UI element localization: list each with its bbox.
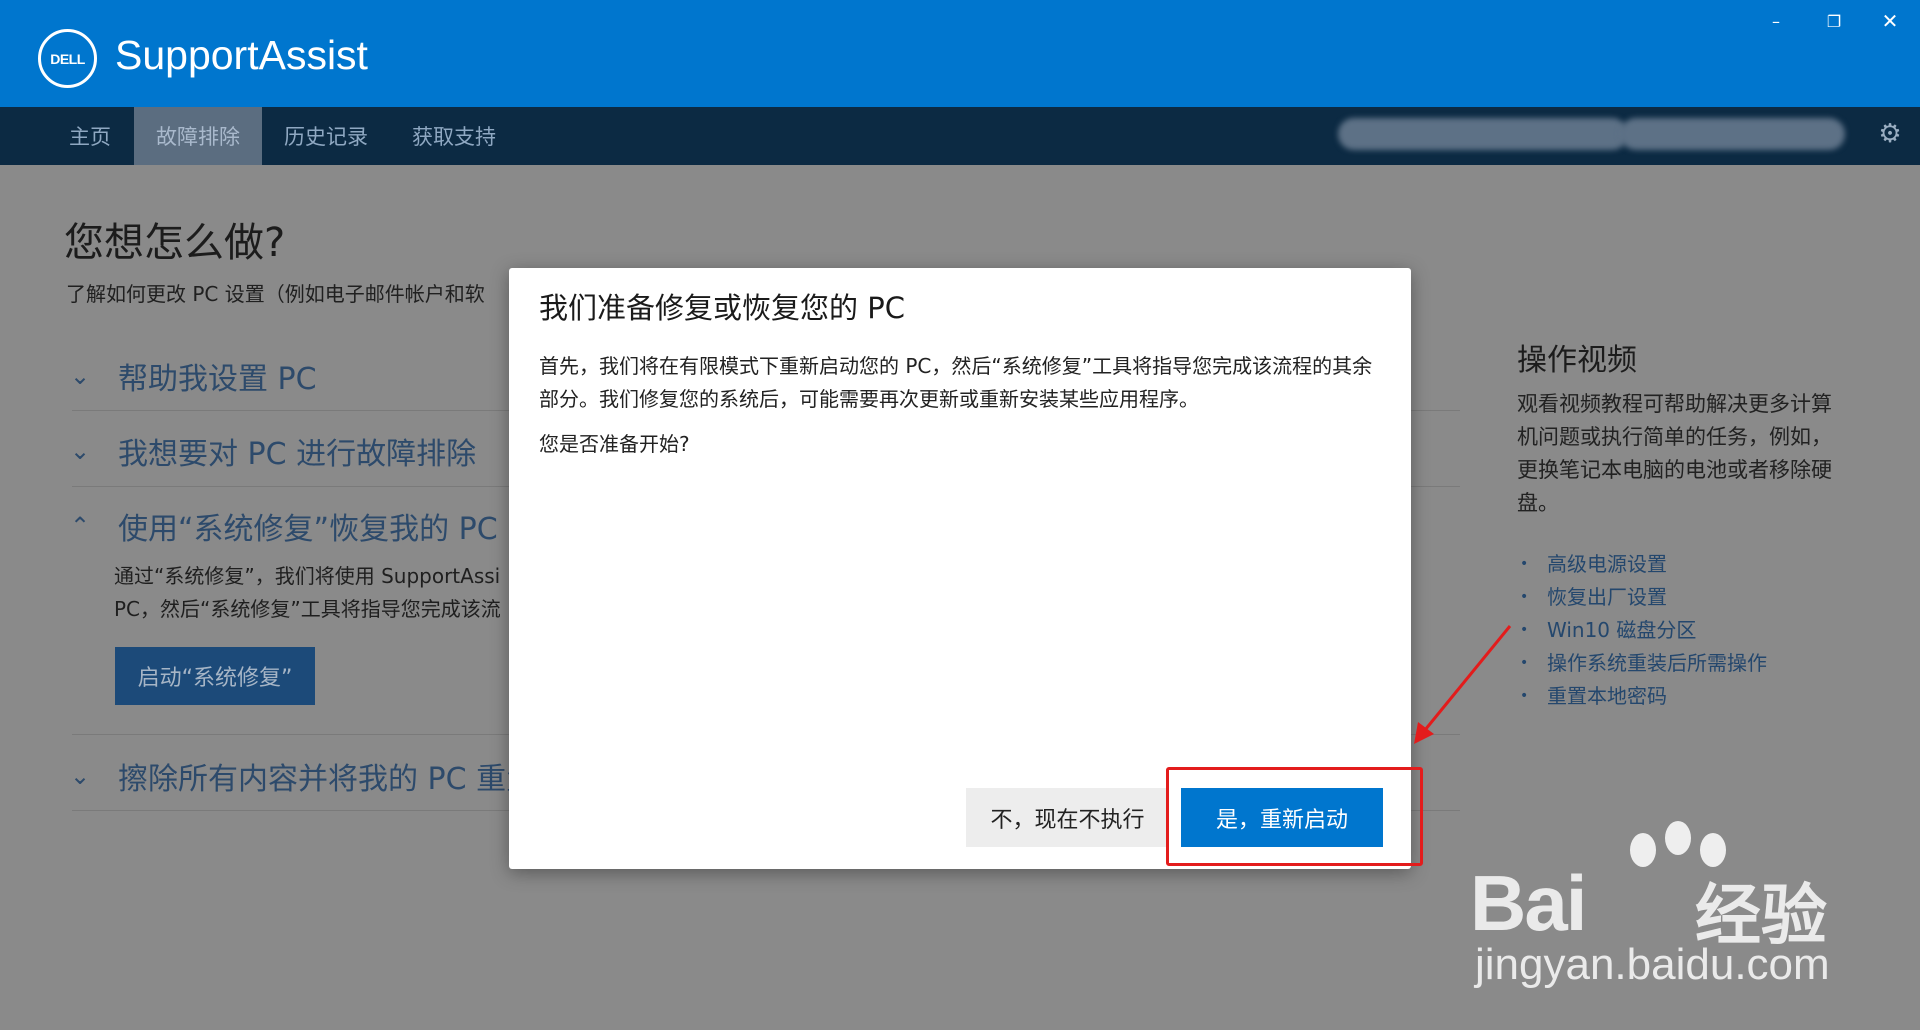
service-tag-redacted (1620, 118, 1845, 150)
watermark-brand: Bai (1470, 859, 1587, 947)
tab-troubleshoot[interactable]: 故障排除 (134, 107, 262, 165)
highlight-box (1166, 767, 1423, 866)
accordion-troubleshoot-pc[interactable]: ⌄ 我想要对 PC 进行故障排除 (70, 429, 476, 473)
account-info-redacted (1338, 118, 1628, 150)
chevron-down-icon: ⌄ (70, 762, 91, 790)
accordion-system-repair[interactable]: ⌃ 使用“系统修复”恢复我的 PC (70, 504, 498, 548)
accordion-label: 擦除所有内容并将我的 PC 重置 (118, 762, 537, 797)
tab-get-support[interactable]: 获取支持 (398, 107, 510, 165)
gear-icon[interactable]: ⚙ (1875, 119, 1905, 149)
chevron-down-icon: ⌄ (70, 437, 91, 465)
dell-logo: DELL (38, 29, 97, 88)
accordion-setup-pc[interactable]: ⌄ 帮助我设置 PC (70, 354, 317, 398)
dialog-title: 我们准备修复或恢复您的 PC (539, 291, 905, 325)
restore-button[interactable]: ❐ (1812, 8, 1856, 34)
start-system-repair-button[interactable]: 启动“系统修复” (115, 647, 315, 705)
page-title: 您想怎么做? (64, 220, 286, 266)
tab-home[interactable]: 主页 (50, 107, 130, 165)
page-subtitle: 了解如何更改 PC 设置（例如电子邮件帐户和软 (66, 282, 485, 306)
sidebar-link[interactable]: • 重置本地密码 (1520, 680, 1767, 713)
dialog-body: 首先，我们将在有限模式下重新启动您的 PC，然后“系统修复”工具将指导您完成该流… (539, 354, 1373, 411)
minimize-button[interactable]: – (1754, 8, 1798, 34)
accordion-reset-pc[interactable]: ⌄ 擦除所有内容并将我的 PC 重置 (70, 754, 536, 798)
sidebar-link[interactable]: • 高级电源设置 (1520, 548, 1767, 581)
tab-history[interactable]: 历史记录 (270, 107, 382, 165)
cancel-button[interactable]: 不，现在不执行 (966, 788, 1169, 847)
sidebar-link-list: • 高级电源设置 • 恢复出厂设置 • Win10 磁盘分区 • 操作系统重装后所需操作… (1520, 548, 1767, 713)
accordion-label: 我想要对 PC 进行故障排除 (118, 437, 477, 472)
baidu-watermark: Bai 经验 jingyan.baidu.com (1470, 820, 1890, 1000)
chevron-down-icon: ⌄ (70, 362, 91, 390)
sidebar-link[interactable]: • 操作系统重装后所需操作 (1520, 647, 1767, 680)
close-button[interactable]: ✕ (1868, 8, 1912, 34)
sidebar-title: 操作视频 (1517, 343, 1637, 378)
accordion-label: 帮助我设置 PC (118, 362, 317, 397)
chevron-up-icon: ⌃ (70, 512, 91, 540)
accordion-label: 使用“系统修复”恢复我的 PC (118, 512, 498, 547)
sidebar-link[interactable]: • 恢复出厂设置 (1520, 581, 1767, 614)
sidebar-link[interactable]: • Win10 磁盘分区 (1520, 614, 1767, 647)
dialog-question: 您是否准备开始? (539, 432, 690, 456)
accordion-body-line: 通过“系统修复”，我们将使用 SupportAssi (114, 564, 501, 588)
app-title: SupportAssist (115, 32, 368, 78)
watermark-url: jingyan.baidu.com (1475, 940, 1830, 989)
accordion-body-line: PC，然后“系统修复”工具将指导您完成该流 (114, 597, 501, 621)
sidebar-description: 观看视频教程可帮助解决更多计算机问题或执行简单的任务，例如，更换笔记本电脑的电池… (1517, 392, 1832, 515)
